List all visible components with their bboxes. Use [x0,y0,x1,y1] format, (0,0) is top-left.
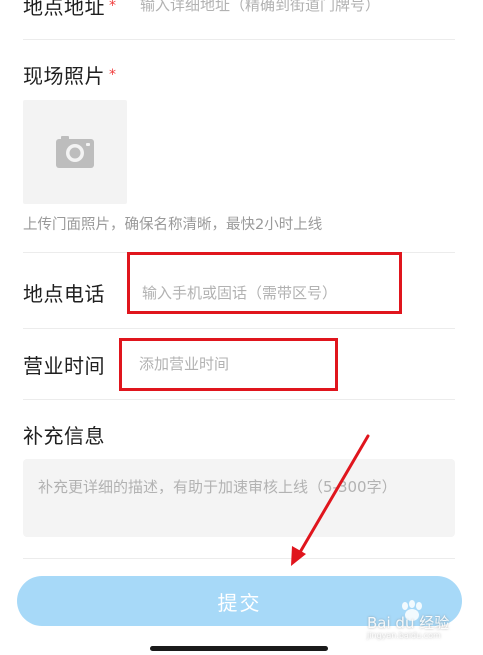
submit-button-label: 提交 [217,590,262,615]
baidu-jingyan-watermark: Bai du 经验 jingyan.baidu.com [367,600,463,644]
watermark-brand: Bai du 经验 [367,614,450,632]
home-indicator [150,646,328,651]
annotation-arrow [291,434,370,566]
watermark-url: jingyan.baidu.com [367,631,441,640]
